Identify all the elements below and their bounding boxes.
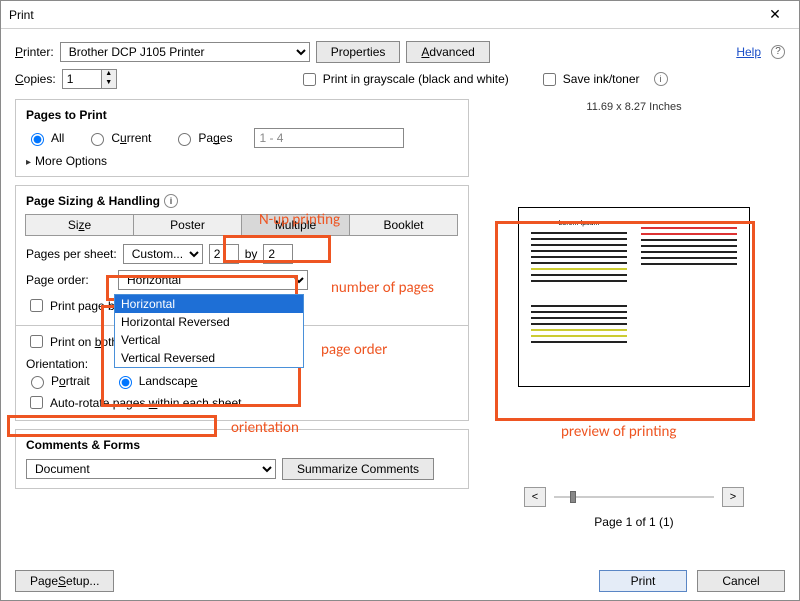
more-options-toggle[interactable]: More Options [26, 154, 458, 168]
properties-button[interactable]: Properties [316, 41, 401, 63]
tab-poster[interactable]: Poster [133, 214, 242, 236]
titlebar: Print ✕ [1, 1, 799, 29]
comments-group: Comments & Forms Document Summarize Comm… [15, 429, 469, 489]
preview-page-4 [637, 300, 741, 378]
saveink-checkbox[interactable]: Save ink/toner [539, 70, 640, 89]
info-icon[interactable]: i [164, 194, 178, 208]
radio-all[interactable]: All [26, 130, 64, 146]
pps-rows-input[interactable] [209, 244, 239, 264]
advanced-button[interactable]: Advanced [406, 41, 489, 63]
printer-select[interactable]: Brother DCP J105 Printer [60, 42, 310, 62]
copies-stepper[interactable]: ▲▼ [62, 69, 117, 89]
radio-landscape[interactable]: Landscape [114, 373, 198, 389]
preview-area: 11.69 x 8.27 Inches Lorem Ipsum [483, 99, 785, 529]
printer-label: Printer: [15, 45, 54, 59]
preview-page-1: Lorem Ipsum [527, 216, 631, 294]
help-icon[interactable]: ? [771, 45, 785, 59]
radio-current[interactable]: Current [86, 130, 151, 146]
cancel-button[interactable]: Cancel [697, 570, 785, 592]
copies-input[interactable] [62, 69, 102, 89]
close-icon[interactable]: ✕ [759, 6, 791, 23]
page-order-dropdown-list[interactable]: Horizontal Horizontal Reversed Vertical … [114, 294, 304, 368]
pps-by-label: by [245, 247, 258, 261]
preview-page-2 [637, 216, 741, 294]
preview-zoom-slider[interactable] [554, 496, 714, 498]
print-dialog: Print ✕ Printer: Brother DCP J105 Printe… [0, 0, 800, 601]
window-title: Print [9, 8, 759, 22]
page-order-option[interactable]: Vertical Reversed [115, 349, 303, 367]
copies-label: Copies: [15, 72, 56, 86]
tab-multiple[interactable]: Multiple [241, 214, 350, 236]
comments-select[interactable]: Document [26, 459, 276, 479]
print-button[interactable]: Print [599, 570, 687, 592]
summarize-comments-button[interactable]: Summarize Comments [282, 458, 434, 480]
info-icon[interactable]: i [654, 72, 668, 86]
page-order-option[interactable]: Horizontal Reversed [115, 313, 303, 331]
preview-prev-button[interactable]: < [524, 487, 546, 507]
pps-cols-input[interactable] [263, 244, 293, 264]
page-order-select[interactable]: Horizontal [118, 270, 308, 290]
pages-to-print-title: Pages to Print [26, 108, 458, 122]
pps-mode-select[interactable]: Custom... [123, 244, 203, 264]
sizing-title: Page Sizing & Handlingi [26, 194, 458, 208]
page-order-option[interactable]: Vertical [115, 331, 303, 349]
comments-title: Comments & Forms [26, 438, 458, 452]
help-link[interactable]: Help [736, 45, 761, 59]
order-label: Page order: [26, 273, 112, 287]
radio-portrait[interactable]: Portrait [26, 373, 90, 389]
tab-size[interactable]: Size [25, 214, 134, 236]
preview-dimensions: 11.69 x 8.27 Inches [586, 101, 681, 113]
preview-next-button[interactable]: > [722, 487, 744, 507]
sizing-group: Page Sizing & Handlingi Size Poster Mult… [15, 185, 469, 421]
sizing-tabs: Size Poster Multiple Booklet [26, 214, 458, 236]
pages-to-print-group: Pages to Print All Current Pages More Op… [15, 99, 469, 177]
page-setup-button[interactable]: Page Setup... [15, 570, 114, 592]
tab-booklet[interactable]: Booklet [349, 214, 458, 236]
pps-label: Pages per sheet: [26, 247, 117, 261]
preview-sheet: Lorem Ipsum [518, 207, 750, 387]
radio-pages[interactable]: Pages [173, 130, 232, 146]
grayscale-checkbox[interactable]: Print in grayscale (black and white) [299, 70, 509, 89]
preview-page-count: Page 1 of 1 (1) [594, 515, 673, 529]
preview-page-3 [527, 300, 631, 378]
autorotate-checkbox[interactable]: Auto-rotate pages within each sheet [26, 393, 241, 412]
page-order-option[interactable]: Horizontal [115, 295, 303, 313]
page-range-input[interactable] [254, 128, 404, 148]
